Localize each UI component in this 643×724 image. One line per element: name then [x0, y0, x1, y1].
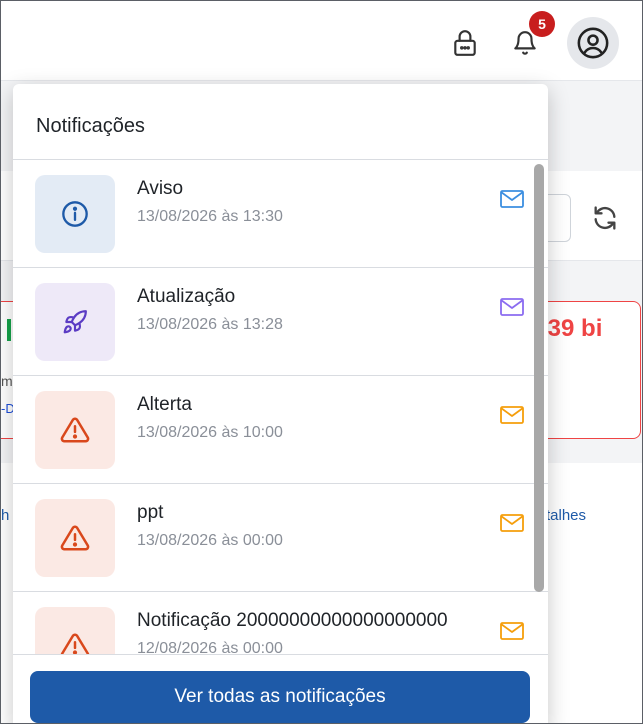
notification-date: 13/08/2026 às 10:00: [137, 424, 283, 441]
notification-icon-box: [35, 283, 115, 361]
notification-list[interactable]: Aviso 13/08/2026 às 13:30 Atualização 13…: [13, 160, 548, 654]
mail-icon[interactable]: [499, 296, 525, 318]
notification-item[interactable]: Notificação 20000000000000000000 12/08/2…: [13, 592, 548, 654]
notification-title: Aviso: [137, 178, 184, 199]
summary-value: ,39 bi: [541, 315, 603, 342]
notifications-panel: Notificações Aviso 13/08/2026 às 13:30 A…: [13, 84, 548, 723]
notification-title: ppt: [137, 502, 164, 523]
notification-icon-box: [35, 175, 115, 253]
rocket-icon: [63, 310, 87, 334]
notification-date: 12/08/2026 às 00:00: [137, 640, 283, 654]
panel-title: Notificações: [36, 115, 145, 137]
mail-icon[interactable]: [499, 512, 525, 534]
notification-date: 13/08/2026 às 13:30: [137, 208, 283, 225]
user-avatar-button[interactable]: [567, 17, 619, 69]
partial-text: m: [1, 373, 13, 389]
notification-item[interactable]: Atualização 13/08/2026 às 13:28: [13, 268, 548, 376]
user-circle-icon: [577, 27, 609, 59]
info-icon: [62, 201, 88, 227]
warning-icon: [60, 525, 90, 551]
details-link[interactable]: talhes: [546, 507, 586, 524]
notification-date: 13/08/2026 às 13:28: [137, 316, 283, 333]
partial-heading: h: [1, 507, 10, 524]
app-frame: ,39 bi m -D h talhes 5 Notificações Avis…: [0, 0, 643, 724]
notification-date: 13/08/2026 às 00:00: [137, 532, 283, 549]
notification-icon-box: [35, 607, 115, 654]
warning-icon: [60, 633, 90, 654]
notification-title: Alterta: [137, 394, 192, 415]
notification-icon-box: [35, 499, 115, 577]
card-accent: [7, 319, 11, 341]
lock-icon[interactable]: [447, 25, 483, 61]
refresh-icon[interactable]: [591, 204, 619, 232]
mail-icon[interactable]: [499, 620, 525, 642]
notification-title: Atualização: [137, 286, 236, 307]
notification-badge: 5: [529, 11, 555, 37]
list-scrollbar[interactable]: [534, 164, 544, 592]
mail-icon[interactable]: [499, 404, 525, 426]
notification-item[interactable]: Alterta 13/08/2026 às 10:00: [13, 376, 548, 484]
notification-item[interactable]: ppt 13/08/2026 às 00:00: [13, 484, 548, 592]
mail-icon[interactable]: [499, 188, 525, 210]
warning-icon: [60, 417, 90, 443]
notification-icon-box: [35, 391, 115, 469]
divider: [13, 654, 548, 655]
notification-title: Notificação 20000000000000000000: [137, 610, 448, 631]
notification-item[interactable]: Aviso 13/08/2026 às 13:30: [13, 160, 548, 268]
view-all-notifications-button[interactable]: Ver todas as notificações: [30, 671, 530, 723]
